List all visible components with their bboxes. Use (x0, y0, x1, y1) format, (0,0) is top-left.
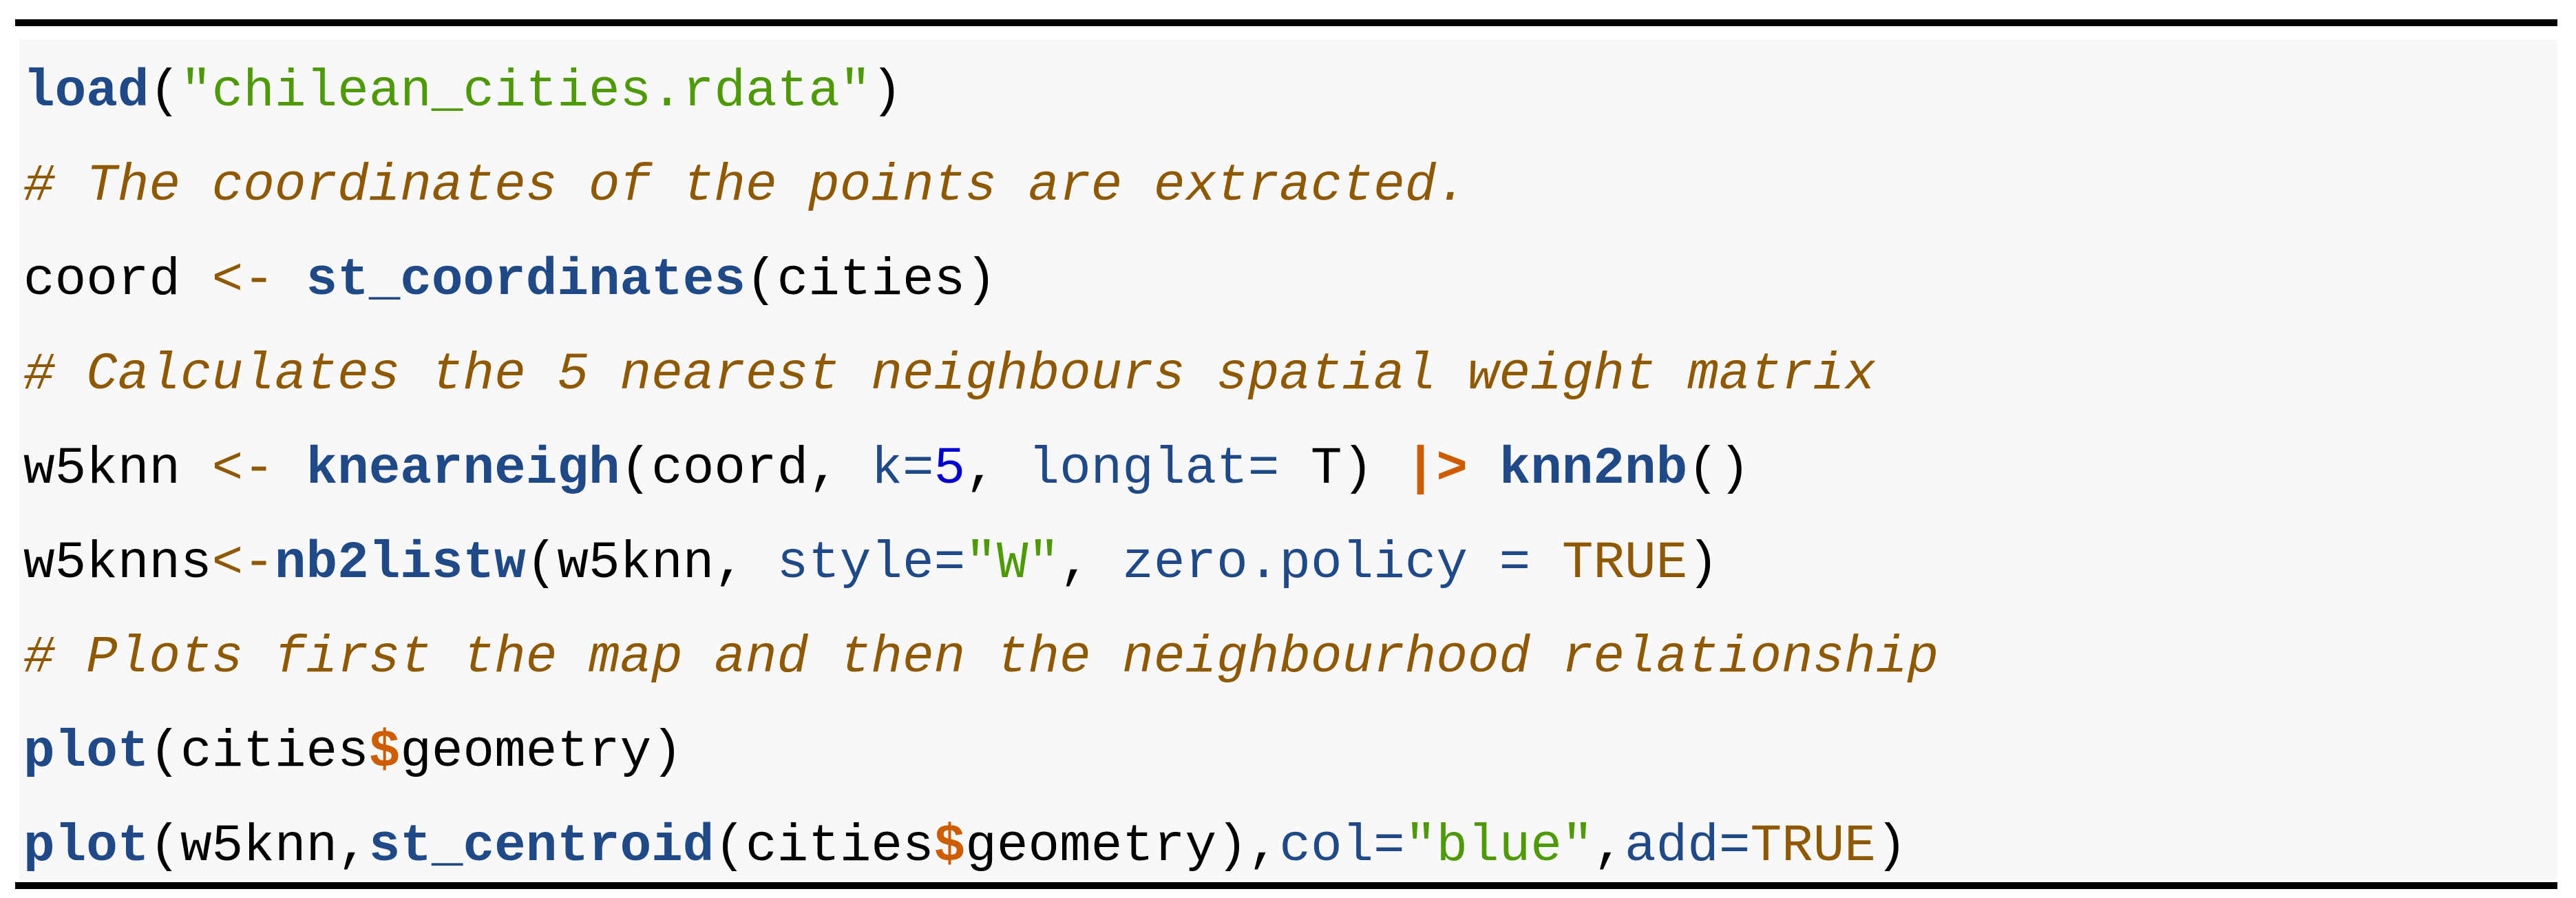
function-name: plot (23, 722, 149, 782)
constant: TRUE (1750, 817, 1876, 876)
argument-name: add= (1625, 817, 1751, 876)
code-text: , (1593, 817, 1625, 876)
function-name: st_centroid (368, 817, 715, 876)
code-text: (w5knn, (149, 817, 369, 876)
function-name: plot (23, 817, 149, 876)
top-rule (15, 19, 2557, 26)
operator: |> (1404, 439, 1468, 499)
code-text: ) (871, 62, 903, 121)
argument-name: k= (871, 439, 934, 499)
code-line: plot(w5knn,st_centroid(cities$geometry),… (23, 800, 1939, 894)
code-line: # The coordinates of the points are extr… (23, 139, 1939, 233)
code-line: w5knn <- knearneigh(coord, k=5, longlat=… (23, 422, 1939, 516)
string-literal: "W" (965, 534, 1060, 593)
bottom-rule (15, 882, 2557, 889)
code-text: (w5knn, (525, 534, 777, 593)
argument-name: style= (777, 534, 966, 593)
argument-name: zero.policy = (1122, 534, 1531, 593)
string-literal: "chilean_cities.rdata" (180, 62, 872, 121)
code-text: ( (149, 62, 181, 121)
code-text: () (1687, 439, 1751, 499)
function-name: knn2nb (1499, 439, 1688, 499)
string-literal: "blue" (1404, 817, 1594, 876)
code-text: geometry), (965, 817, 1280, 876)
function-name: nb2listw (274, 534, 526, 593)
comment: # Calculates the 5 nearest neighbours sp… (23, 345, 1876, 404)
assign-operator: <- (211, 439, 275, 499)
comment: # The coordinates of the points are extr… (23, 156, 1468, 216)
number-literal: 5 (933, 439, 966, 499)
code-text: w5knns (23, 534, 212, 593)
comment: # Plots first the map and then the neigh… (23, 628, 1939, 687)
operator: $ (368, 722, 401, 782)
function-name: st_coordinates (306, 251, 746, 310)
function-name: knearneigh (306, 439, 620, 499)
code-line: # Calculates the 5 nearest neighbours sp… (23, 328, 1939, 422)
code-block: load("chilean_cities.rdata") # The coordi… (19, 39, 2557, 880)
code-text: (cities (714, 817, 934, 876)
code-line: coord <- st_coordinates(cities) (23, 233, 1939, 328)
constant: TRUE (1561, 534, 1688, 593)
code-text: geometry) (400, 722, 683, 782)
code-line: load("chilean_cities.rdata") (23, 45, 1939, 139)
code-text: , (1059, 534, 1123, 593)
code-text: w5knn (23, 439, 212, 499)
assign-operator: <- (211, 251, 275, 310)
code-text: (cities (149, 722, 369, 782)
code-text: T) (1279, 439, 1405, 499)
code-listing: load("chilean_cities.rdata") # The coordi… (23, 45, 1939, 894)
code-text: ) (1687, 534, 1719, 593)
operator: $ (933, 817, 966, 876)
code-text: coord (23, 251, 212, 310)
code-text: ) (1875, 817, 1908, 876)
code-line: w5knns<-nb2listw(w5knn, style="W", zero.… (23, 516, 1939, 611)
code-line: # Plots first the map and then the neigh… (23, 611, 1939, 705)
argument-name: col= (1279, 817, 1405, 876)
assign-operator: <- (211, 534, 275, 593)
argument-name: longlat= (1028, 439, 1280, 499)
code-line: plot(cities$geometry) (23, 705, 1939, 800)
code-text: , (965, 439, 1028, 499)
code-text: (cities) (746, 251, 997, 310)
code-text: (coord, (620, 439, 872, 499)
function-name: load (23, 62, 149, 121)
